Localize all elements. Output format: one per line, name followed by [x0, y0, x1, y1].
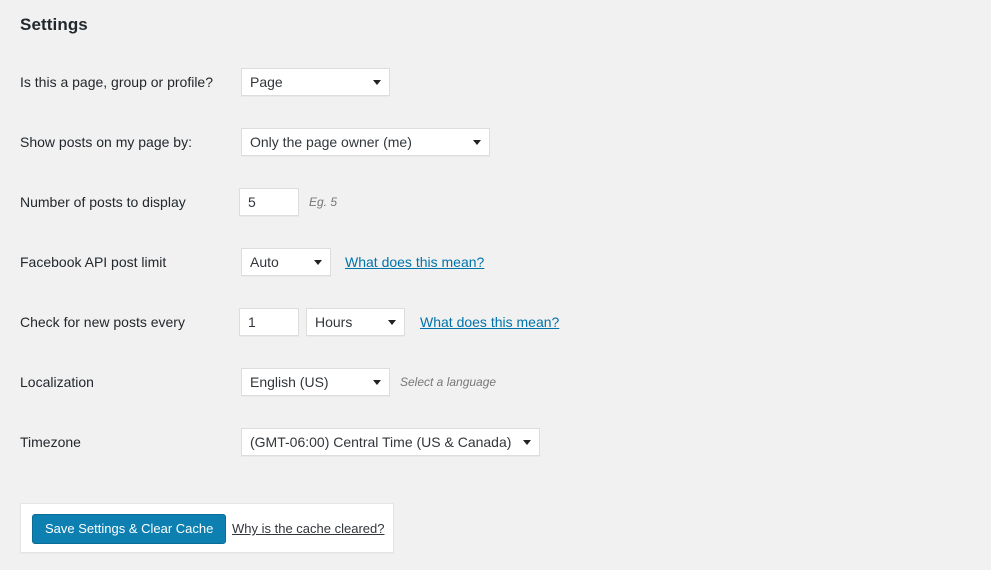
select-page-type[interactable]: Page [241, 68, 390, 96]
label-timezone: Timezone [20, 434, 81, 450]
controls-localization: English (US) Select a language [241, 368, 496, 396]
row-check-interval: Check for new posts every 1 Hours What d… [0, 306, 991, 366]
select-show-posts-by-value: Only the page owner (me) [250, 134, 412, 150]
label-check-interval: Check for new posts every [20, 314, 185, 330]
select-localization-value: English (US) [250, 374, 329, 390]
select-timezone-value: (GMT-06:00) Central Time (US & Canada) [250, 434, 512, 450]
hint-localization: Select a language [400, 375, 497, 389]
chevron-down-icon [523, 440, 531, 445]
hint-number-of-posts: Eg. 5 [309, 195, 338, 209]
page-title: Settings [20, 15, 88, 34]
chevron-down-icon [388, 320, 396, 325]
row-page-type: Is this a page, group or profile? Page [0, 66, 991, 126]
link-why-cache-cleared[interactable]: Why is the cache cleared? [232, 521, 384, 536]
chevron-down-icon [373, 380, 381, 385]
input-number-of-posts[interactable]: 5 [239, 188, 299, 216]
controls-check-interval: 1 Hours What does this mean? [239, 308, 559, 336]
row-timezone: Timezone (GMT-06:00) Central Time (US & … [0, 426, 991, 486]
settings-form: Is this a page, group or profile? Page S… [0, 66, 991, 486]
controls-api-post-limit: Auto What does this mean? [241, 248, 484, 276]
label-localization: Localization [20, 374, 94, 390]
controls-number-of-posts: 5 Eg. 5 [239, 188, 337, 216]
label-show-posts-by: Show posts on my page by: [20, 134, 192, 150]
row-localization: Localization English (US) Select a langu… [0, 366, 991, 426]
chevron-down-icon [473, 140, 481, 145]
input-check-interval[interactable]: 1 [239, 308, 299, 336]
label-page-type: Is this a page, group or profile? [20, 74, 214, 90]
label-api-post-limit: Facebook API post limit [20, 254, 167, 270]
chevron-down-icon [373, 80, 381, 85]
footer-panel: Save Settings & Clear Cache Why is the c… [20, 503, 394, 553]
link-api-post-limit-help[interactable]: What does this mean? [345, 254, 484, 270]
select-page-type-value: Page [250, 74, 283, 90]
select-api-post-limit[interactable]: Auto [241, 248, 331, 276]
row-number-of-posts: Number of posts to display 5 Eg. 5 [0, 186, 991, 246]
select-localization[interactable]: English (US) [241, 368, 390, 396]
select-api-post-limit-value: Auto [250, 254, 279, 270]
controls-show-posts-by: Only the page owner (me) [241, 128, 490, 156]
row-show-posts-by: Show posts on my page by: Only the page … [0, 126, 991, 186]
label-number-of-posts: Number of posts to display [20, 194, 186, 210]
select-check-interval-unit[interactable]: Hours [306, 308, 405, 336]
settings-page: Settings Is this a page, group or profil… [0, 0, 991, 570]
chevron-down-icon [314, 260, 322, 265]
controls-page-type: Page [241, 68, 390, 96]
save-settings-button[interactable]: Save Settings & Clear Cache [32, 514, 227, 544]
row-api-post-limit: Facebook API post limit Auto What does t… [0, 246, 991, 306]
controls-timezone: (GMT-06:00) Central Time (US & Canada) [241, 428, 540, 456]
select-show-posts-by[interactable]: Only the page owner (me) [241, 128, 490, 156]
link-check-interval-help[interactable]: What does this mean? [420, 314, 559, 330]
select-check-interval-unit-value: Hours [315, 314, 353, 330]
select-timezone[interactable]: (GMT-06:00) Central Time (US & Canada) [241, 428, 540, 456]
